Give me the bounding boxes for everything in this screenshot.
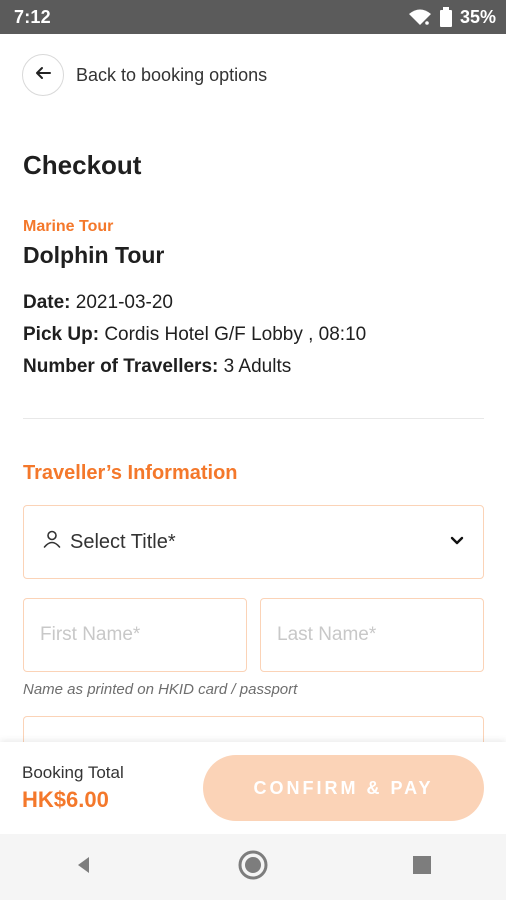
last-name-field[interactable] [260,598,484,672]
travellers-label: Number of Travellers: [23,356,219,377]
page-title: Checkout [23,150,142,180]
name-hint: Name as printed on HKID card / passport [23,681,298,698]
confirm-pay-button[interactable]: CONFIRM & PAY [203,755,484,821]
title-select-label: Select Title* [70,530,176,553]
battery-percent: 35% [459,6,496,27]
back-nav-button[interactable] [64,847,104,887]
travellers-value: 3 Adults [223,356,292,377]
square-recents-icon [411,854,433,881]
arrow-left-icon [34,64,52,87]
pickup-label: Pick Up: [23,324,100,345]
status-bar: 7:12 35% [0,0,506,34]
tour-category: Marine Tour [23,218,114,235]
booking-total: Booking Total HK$6.00 [22,763,124,813]
date-label: Date: [23,292,71,313]
pickup-row: Pick Up: Cordis Hotel G/F Lobby , 08:10 [23,319,366,351]
status-time: 7:12 [14,6,51,27]
chevron-down-icon [449,532,465,553]
first-name-field[interactable] [23,598,247,672]
home-nav-button[interactable] [233,847,273,887]
user-icon [42,529,62,555]
triangle-back-icon [73,854,95,881]
travellers-row: Number of Travellers: 3 Adults [23,351,366,383]
date-row: Date: 2021-03-20 [23,287,366,319]
booking-total-value: HK$6.00 [22,787,109,812]
wifi-icon [408,8,432,26]
circle-home-icon [237,849,269,886]
back-to-booking-options[interactable]: Back to booking options [22,54,267,96]
booking-total-label: Booking Total [22,763,124,782]
recent-apps-button[interactable] [402,847,442,887]
section-divider [23,418,484,419]
battery-icon [439,7,452,27]
first-name-input[interactable] [40,624,230,646]
android-navbar [0,834,506,900]
status-icons: 35% [408,7,496,28]
pickup-value: Cordis Hotel G/F Lobby , 08:10 [104,324,367,345]
booking-total-bar: Booking Total HK$6.00 CONFIRM & PAY [0,742,506,834]
back-button[interactable] [22,54,64,96]
last-name-input[interactable] [277,624,467,646]
title-select[interactable]: Select Title* [23,505,484,579]
booking-details: Date: 2021-03-20 Pick Up: Cordis Hotel G… [23,287,366,383]
tour-name: Dolphin Tour [23,242,165,268]
travellers-information-title: Traveller’s Information [23,462,238,484]
date-value: 2021-03-20 [75,292,173,313]
back-label[interactable]: Back to booking options [76,65,267,86]
